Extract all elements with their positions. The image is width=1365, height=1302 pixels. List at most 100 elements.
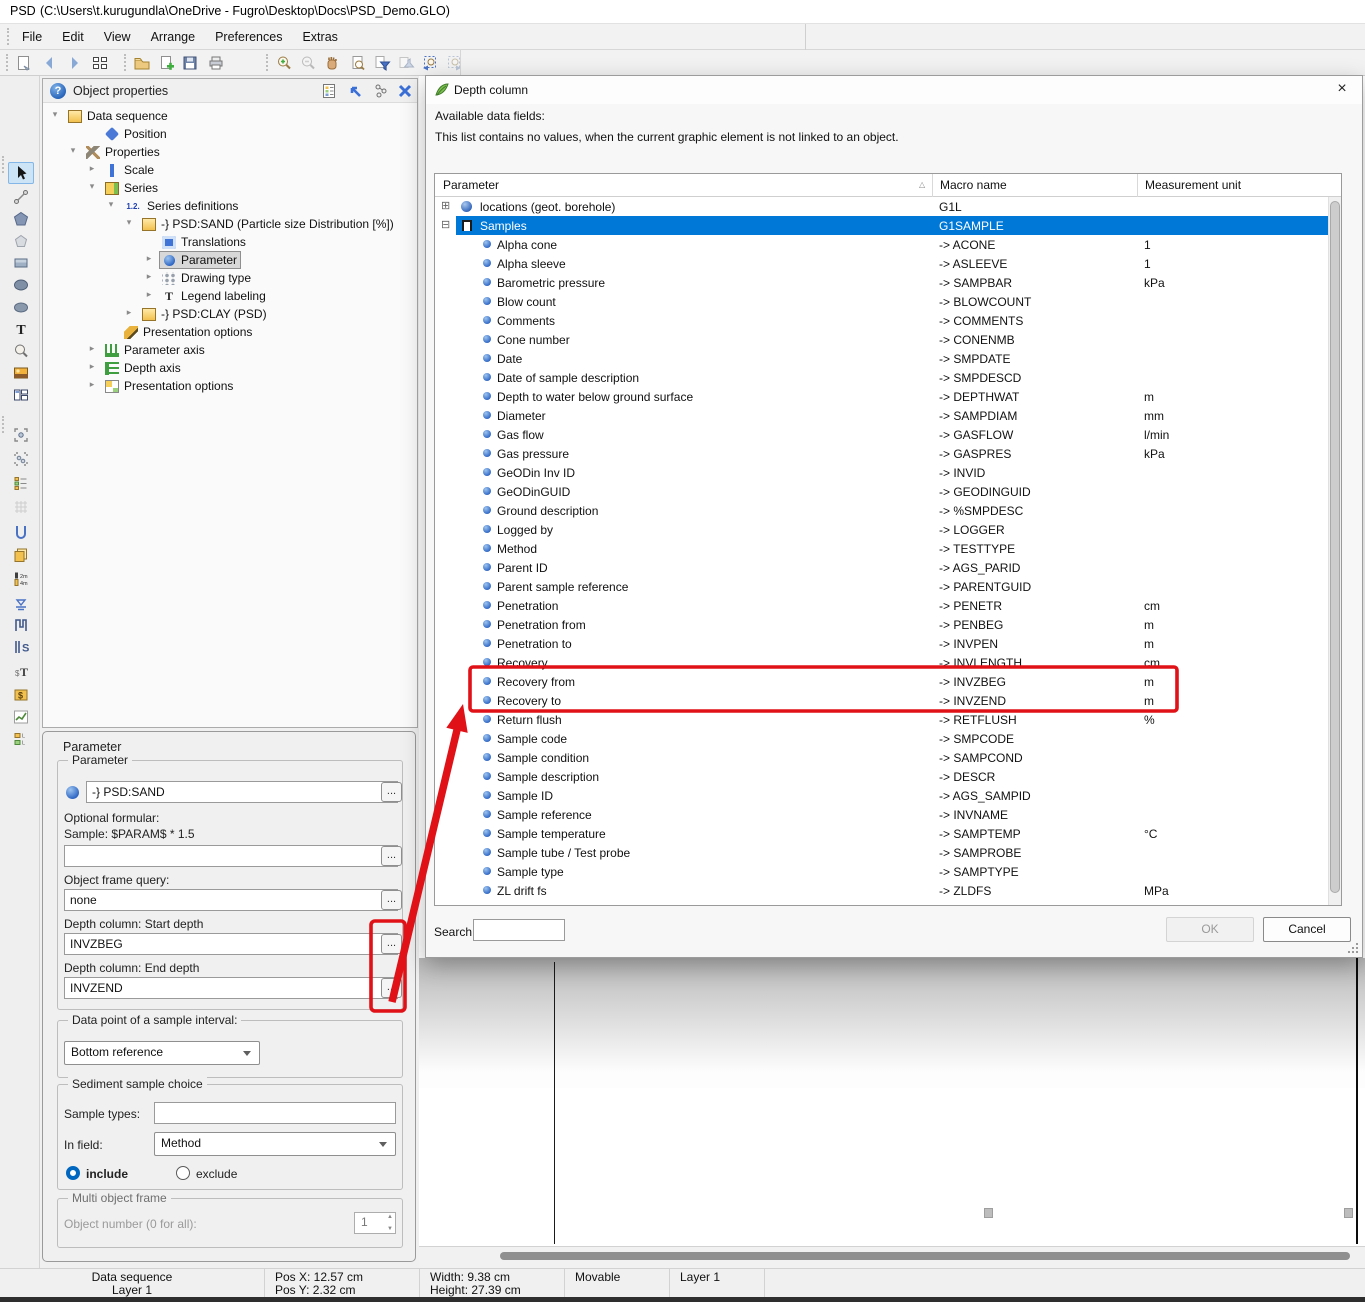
table-row[interactable]: Comments-> COMMENTS: [435, 311, 1328, 330]
pointer-tool[interactable]: [8, 162, 34, 184]
search-input[interactable]: [473, 919, 565, 941]
save-icon[interactable]: [178, 52, 201, 74]
menu-extras[interactable]: Extras: [292, 26, 347, 48]
table-row[interactable]: Sample description-> DESCR: [435, 767, 1328, 786]
tree-item-series-definitions[interactable]: ▾1.2.Series definitions: [43, 197, 417, 215]
parameter-browse-button[interactable]: ...: [381, 782, 402, 802]
water-level-tool[interactable]: [8, 592, 34, 614]
toolbar-grip[interactable]: [266, 54, 269, 71]
chevron-right-icon[interactable]: ▸: [143, 253, 155, 264]
ok-button[interactable]: OK: [1166, 917, 1254, 942]
table-row[interactable]: Recovery to-> INVZENDm: [435, 691, 1328, 710]
table-row[interactable]: Method-> TESTTYPE: [435, 539, 1328, 558]
column-separator[interactable]: [1137, 174, 1138, 197]
chevron-down-icon[interactable]: ▾: [86, 181, 98, 192]
table-row[interactable]: GeODin Inv ID-> INVID: [435, 463, 1328, 482]
print-icon[interactable]: [204, 52, 227, 74]
resize-grip[interactable]: [1348, 943, 1358, 953]
pages-tool[interactable]: [8, 544, 34, 566]
table-row[interactable]: Recovery-> INVLENGTHcm: [435, 653, 1328, 672]
close-icon[interactable]: [395, 82, 415, 100]
include-radio[interactable]: [66, 1166, 80, 1180]
ellipse-alt-tool[interactable]: [8, 296, 34, 318]
object-frame-query-input[interactable]: [64, 889, 398, 911]
end-depth-browse-button[interactable]: ...: [381, 978, 402, 998]
connector-tool[interactable]: [8, 186, 34, 208]
table-row[interactable]: Return flush-> RETFLUSH%: [435, 710, 1328, 729]
nav-forward-icon[interactable]: [62, 52, 85, 74]
link-nodes-icon[interactable]: [371, 82, 391, 100]
tree-item-properties[interactable]: ▾Properties: [43, 143, 417, 161]
table-row[interactable]: ⊞locations (geot. borehole)G1L: [435, 197, 1328, 216]
object-frame-query-browse-button[interactable]: ...: [381, 890, 402, 910]
tree-item-presentation-options[interactable]: Presentation options: [43, 323, 417, 341]
toolbar-grip[interactable]: [2, 156, 5, 173]
table-row[interactable]: ZL drift qc-> ZLDQCMPa: [435, 900, 1328, 905]
table-row[interactable]: Sample tube / Test probe-> SAMPROBE: [435, 843, 1328, 862]
exclude-radio[interactable]: [176, 1166, 190, 1180]
profile-column-tool[interactable]: [8, 614, 34, 636]
tree-item-series[interactable]: ▾Series: [43, 179, 417, 197]
table-row[interactable]: Parent sample reference-> PARENTGUID: [435, 577, 1328, 596]
parameter-input[interactable]: [86, 781, 398, 803]
column-separator[interactable]: [932, 174, 933, 197]
table-row[interactable]: Ground description-> %SMPDESC: [435, 501, 1328, 520]
tree-item-position[interactable]: Position: [43, 125, 417, 143]
tree-item-data-sequence[interactable]: ▾Data sequence: [43, 107, 417, 125]
dialog-title-bar[interactable]: Depth column ×: [426, 76, 1362, 104]
table-row[interactable]: Date of sample description-> SMPDESCD: [435, 368, 1328, 387]
table-header[interactable]: Parameter △ Macro name Measurement unit: [435, 174, 1341, 197]
table-row[interactable]: Barometric pressure-> SAMPBARkPa: [435, 273, 1328, 292]
table-row[interactable]: Alpha sleeve-> ASLEEVE1: [435, 254, 1328, 273]
chevron-down-icon[interactable]: ▾: [105, 199, 117, 210]
tree-item-parameter[interactable]: ▸Parameter: [43, 251, 417, 269]
toolbar-grip[interactable]: [2, 416, 5, 433]
column-header-macro-name[interactable]: Macro name: [940, 178, 1007, 192]
menu-view[interactable]: View: [94, 26, 141, 48]
currency-image-tool[interactable]: $: [8, 684, 34, 706]
table-row[interactable]: Recovery from-> INVZBEGm: [435, 672, 1328, 691]
start-depth-browse-button[interactable]: ...: [381, 934, 402, 954]
menu-file[interactable]: File: [12, 26, 52, 48]
close-icon[interactable]: ×: [1322, 76, 1362, 104]
table-row[interactable]: GeODinGUID-> GEODINGUID: [435, 482, 1328, 501]
selection-handle[interactable]: [1344, 1208, 1353, 1218]
table-row[interactable]: ⊟SamplesG1SAMPLE: [435, 216, 1328, 235]
tree-item-drawing-type[interactable]: ▸Drawing type: [43, 269, 417, 287]
new-file-icon[interactable]: [154, 52, 177, 74]
collapse-icon[interactable]: ⊟: [441, 219, 450, 232]
chevron-right-icon[interactable]: ▸: [86, 379, 98, 390]
table-row[interactable]: Gas pressure-> GASPRESkPa: [435, 444, 1328, 463]
menu-preferences[interactable]: Preferences: [205, 26, 292, 48]
tree-item-psd-clay-psd[interactable]: ▸-} PSD:CLAY (PSD): [43, 305, 417, 323]
zoom-extent-icon[interactable]: [442, 52, 465, 74]
section-hatch-tool[interactable]: S: [8, 636, 34, 658]
pan-hand-icon[interactable]: [320, 52, 343, 74]
filter-remove-icon[interactable]: [394, 52, 417, 74]
toolbar-grip[interactable]: [6, 54, 9, 71]
grid-tool[interactable]: [8, 496, 34, 518]
print-preview-icon[interactable]: [346, 52, 369, 74]
chevron-right-icon[interactable]: ▸: [143, 271, 155, 282]
table-row[interactable]: Sample condition-> SAMPCOND: [435, 748, 1328, 767]
menu-edit[interactable]: Edit: [52, 26, 94, 48]
column-header-parameter[interactable]: Parameter: [443, 178, 499, 192]
table-row[interactable]: Logged by-> LOGGER: [435, 520, 1328, 539]
tree-item-translations[interactable]: Translations: [43, 233, 417, 251]
formular-browse-button[interactable]: ...: [381, 846, 402, 866]
property-list-icon[interactable]: [319, 82, 339, 100]
toolbar-grip[interactable]: [124, 54, 127, 71]
selection-handle[interactable]: [984, 1208, 993, 1218]
list-tool[interactable]: [8, 472, 34, 494]
depth-scale-tool[interactable]: 2m4m: [8, 568, 34, 590]
table-row[interactable]: Cone number-> CONENMB: [435, 330, 1328, 349]
vertical-scrollbar[interactable]: [1328, 197, 1341, 905]
chevron-right-icon[interactable]: ▸: [123, 307, 135, 318]
column-header-measurement-unit[interactable]: Measurement unit: [1145, 178, 1241, 192]
help-icon[interactable]: ?: [50, 83, 66, 99]
tree-item-legend-labeling[interactable]: ▸TLegend labeling: [43, 287, 417, 305]
object-number-spinner[interactable]: 1: [354, 1212, 396, 1234]
filter-icon[interactable]: [370, 52, 393, 74]
expand-icon[interactable]: ⊞: [441, 200, 450, 213]
table-row[interactable]: Depth to water below ground surface-> DE…: [435, 387, 1328, 406]
